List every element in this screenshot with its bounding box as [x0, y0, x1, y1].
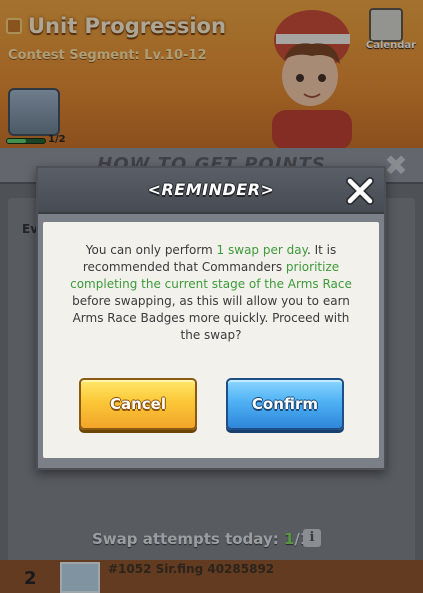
dialog-title: <REMINDER> — [147, 180, 275, 199]
close-icon[interactable] — [343, 174, 377, 208]
dialog-header: <REMINDER> — [38, 168, 384, 214]
message-part-3: before swapping, as this will allow you … — [72, 294, 350, 342]
dialog-body: You can only perform 1 swap per day. It … — [43, 222, 379, 458]
message-highlight-swap-limit: 1 swap per day — [216, 243, 307, 257]
confirm-button[interactable]: Confirm — [226, 378, 344, 430]
cancel-button[interactable]: Cancel — [79, 378, 197, 430]
reminder-message: You can only perform 1 swap per day. It … — [61, 242, 361, 344]
message-part-1: You can only perform — [85, 243, 217, 257]
reminder-dialog: <REMINDER> You can only perform 1 swap p… — [36, 166, 386, 470]
